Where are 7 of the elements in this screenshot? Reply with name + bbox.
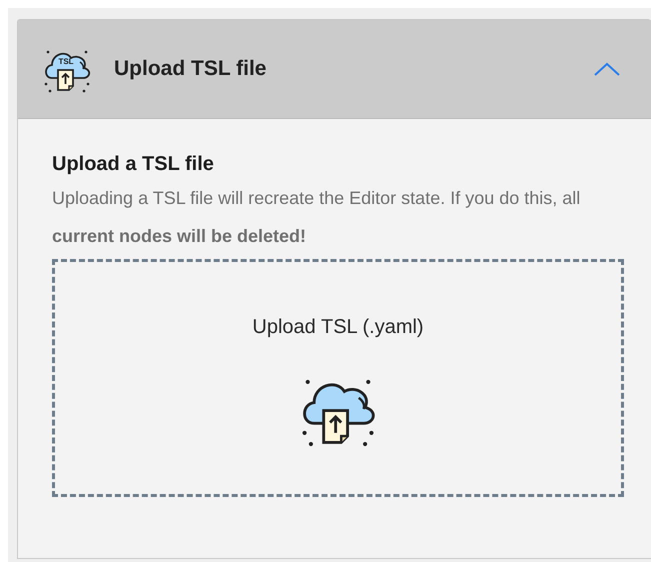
file-dropzone[interactable]: Upload TSL (.yaml) (52, 259, 624, 497)
accordion-header[interactable]: TSL Upload TSL file (18, 20, 651, 119)
section-heading: Upload a TSL file (52, 152, 215, 177)
panel-title: Upload TSL file (114, 56, 266, 82)
section-description: Uploading a TSL file will recreate the Editor state. If you do this, all current nodes will be deleted! (52, 187, 582, 248)
dropzone-label: Upload TSL (.yaml) (252, 315, 424, 340)
chevron-up-icon[interactable] (593, 61, 621, 77)
